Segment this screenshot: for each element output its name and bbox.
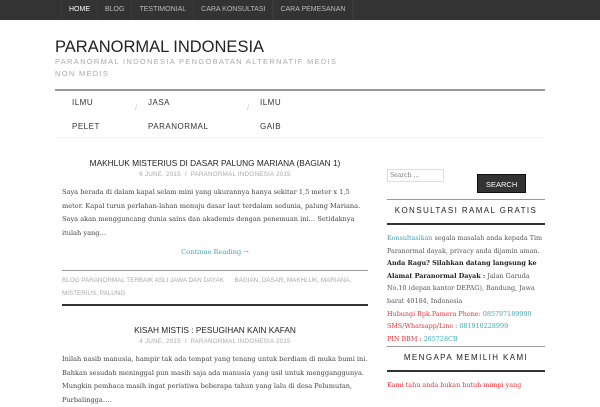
widget-title: MENGAPA MEMILIH KAMI — [387, 346, 545, 373]
topnav-home[interactable]: HOME — [62, 0, 98, 20]
post-date[interactable]: 4 JUNE, 2015 — [139, 338, 181, 345]
menu-separator: / — [135, 103, 138, 112]
menu-label: PARANORMAL — [148, 122, 209, 131]
post-author[interactable]: PARANORMAL INDONESIA 2015 — [191, 338, 291, 345]
widget-title: KONSULTASI RAMAL GRATIS — [387, 199, 545, 225]
post-title[interactable]: KISAH MISTIS : PESUGIHAN KAIN KAFAN — [62, 325, 368, 335]
post-author[interactable]: PARANORMAL INDONESIA 2015 — [191, 171, 291, 178]
widget-konsultasi: Konsultasikan segala masalah anda kepada… — [387, 225, 545, 345]
sms-label: SMS/Whatsapp/Line : — [387, 322, 460, 331]
menu-label: ILMU — [72, 98, 94, 107]
post-footer: BLOG PARANORMAL TERBAIK ASLI JAWA DAN DA… — [62, 270, 368, 306]
menu-label: JASA — [148, 98, 171, 107]
pin-value: 265728CB — [423, 334, 458, 343]
menu-label: PELET — [72, 122, 100, 131]
post-excerpt: Inilah nasib manusia, hampir tak ada tem… — [62, 355, 368, 404]
sidebar: SEARCH KONSULTASI RAMAL GRATIS Konsultas… — [387, 169, 545, 392]
post-title[interactable]: MAKHLUK MISTERIUS DI DASAR PALUNG MARIAN… — [62, 158, 368, 168]
menu-label: GAIB — [260, 122, 282, 131]
sms-link[interactable]: 081910228999 — [459, 322, 508, 330]
pin-label: PIN BBM : — [387, 334, 424, 343]
post-meta: 4 JUNE, 2015 / PARANORMAL INDONESIA 2015 — [139, 338, 291, 345]
post-excerpt: Saya berada di dalam kapal selam mini ya… — [62, 188, 361, 237]
post-category[interactable]: BLOG PARANORMAL TERBAIK ASLI JAWA DAN DA… — [62, 277, 224, 284]
search-input[interactable] — [387, 169, 444, 182]
menu-label: ILMU — [260, 98, 282, 107]
topnav-blog[interactable]: BLOG — [98, 0, 133, 20]
konsultasi-link[interactable]: Konsultasikan — [387, 234, 433, 242]
topnav-testimonial[interactable]: TESTIMONIAL — [132, 0, 195, 20]
top-navbar: HOME BLOG TESTIMONIAL CARA KONSULTASI CA… — [0, 0, 600, 20]
search-form: SEARCH — [387, 169, 545, 199]
post-meta: 6 JUNE, 2015 / PARANORMAL INDONESIA 2015 — [139, 171, 291, 178]
post-list: MAKHLUK MISTERIUS DI DASAR PALUNG MARIAN… — [62, 158, 368, 407]
topnav-cara-konsultasi[interactable]: CARA KONSULTASI — [194, 0, 274, 20]
post-date[interactable]: 6 JUNE, 2015 — [139, 171, 181, 178]
topnav-cara-pemesanan[interactable]: CARA PEMESANAN — [273, 0, 354, 20]
continue-reading-link[interactable]: Continue Reading → — [62, 248, 368, 256]
post: KISAH MISTIS : PESUGIHAN KAIN KAFAN 4 JU… — [62, 325, 368, 407]
site-tagline: PARANORMAL INDONESIA PENGOBATAN ALTERNAT… — [55, 57, 338, 78]
menu-jasa-paranormal[interactable]: JASA PARANORMAL — [148, 91, 208, 139]
phone-link[interactable]: 085797189999 — [483, 310, 532, 318]
search-button[interactable]: SEARCH — [477, 174, 527, 193]
menu-ilmu-gaib[interactable]: ILMU GAIB — [260, 91, 281, 139]
phone-label: Hubungi Bpk.Pamera Phone: — [387, 309, 483, 318]
widget-text: Kami tahu anda bukan butuh mimpi yang — [387, 381, 522, 390]
post: MAKHLUK MISTERIUS DI DASAR PALUNG MARIAN… — [62, 158, 368, 306]
site-title[interactable]: PARANORMAL INDONESIA — [55, 38, 264, 57]
menu-separator: / — [247, 103, 250, 112]
menu-ilmu-pelet[interactable]: ILMU PELET — [72, 91, 100, 139]
main-menu: ILMU PELET / JASA PARANORMAL / ILMU GAIB — [55, 91, 545, 138]
